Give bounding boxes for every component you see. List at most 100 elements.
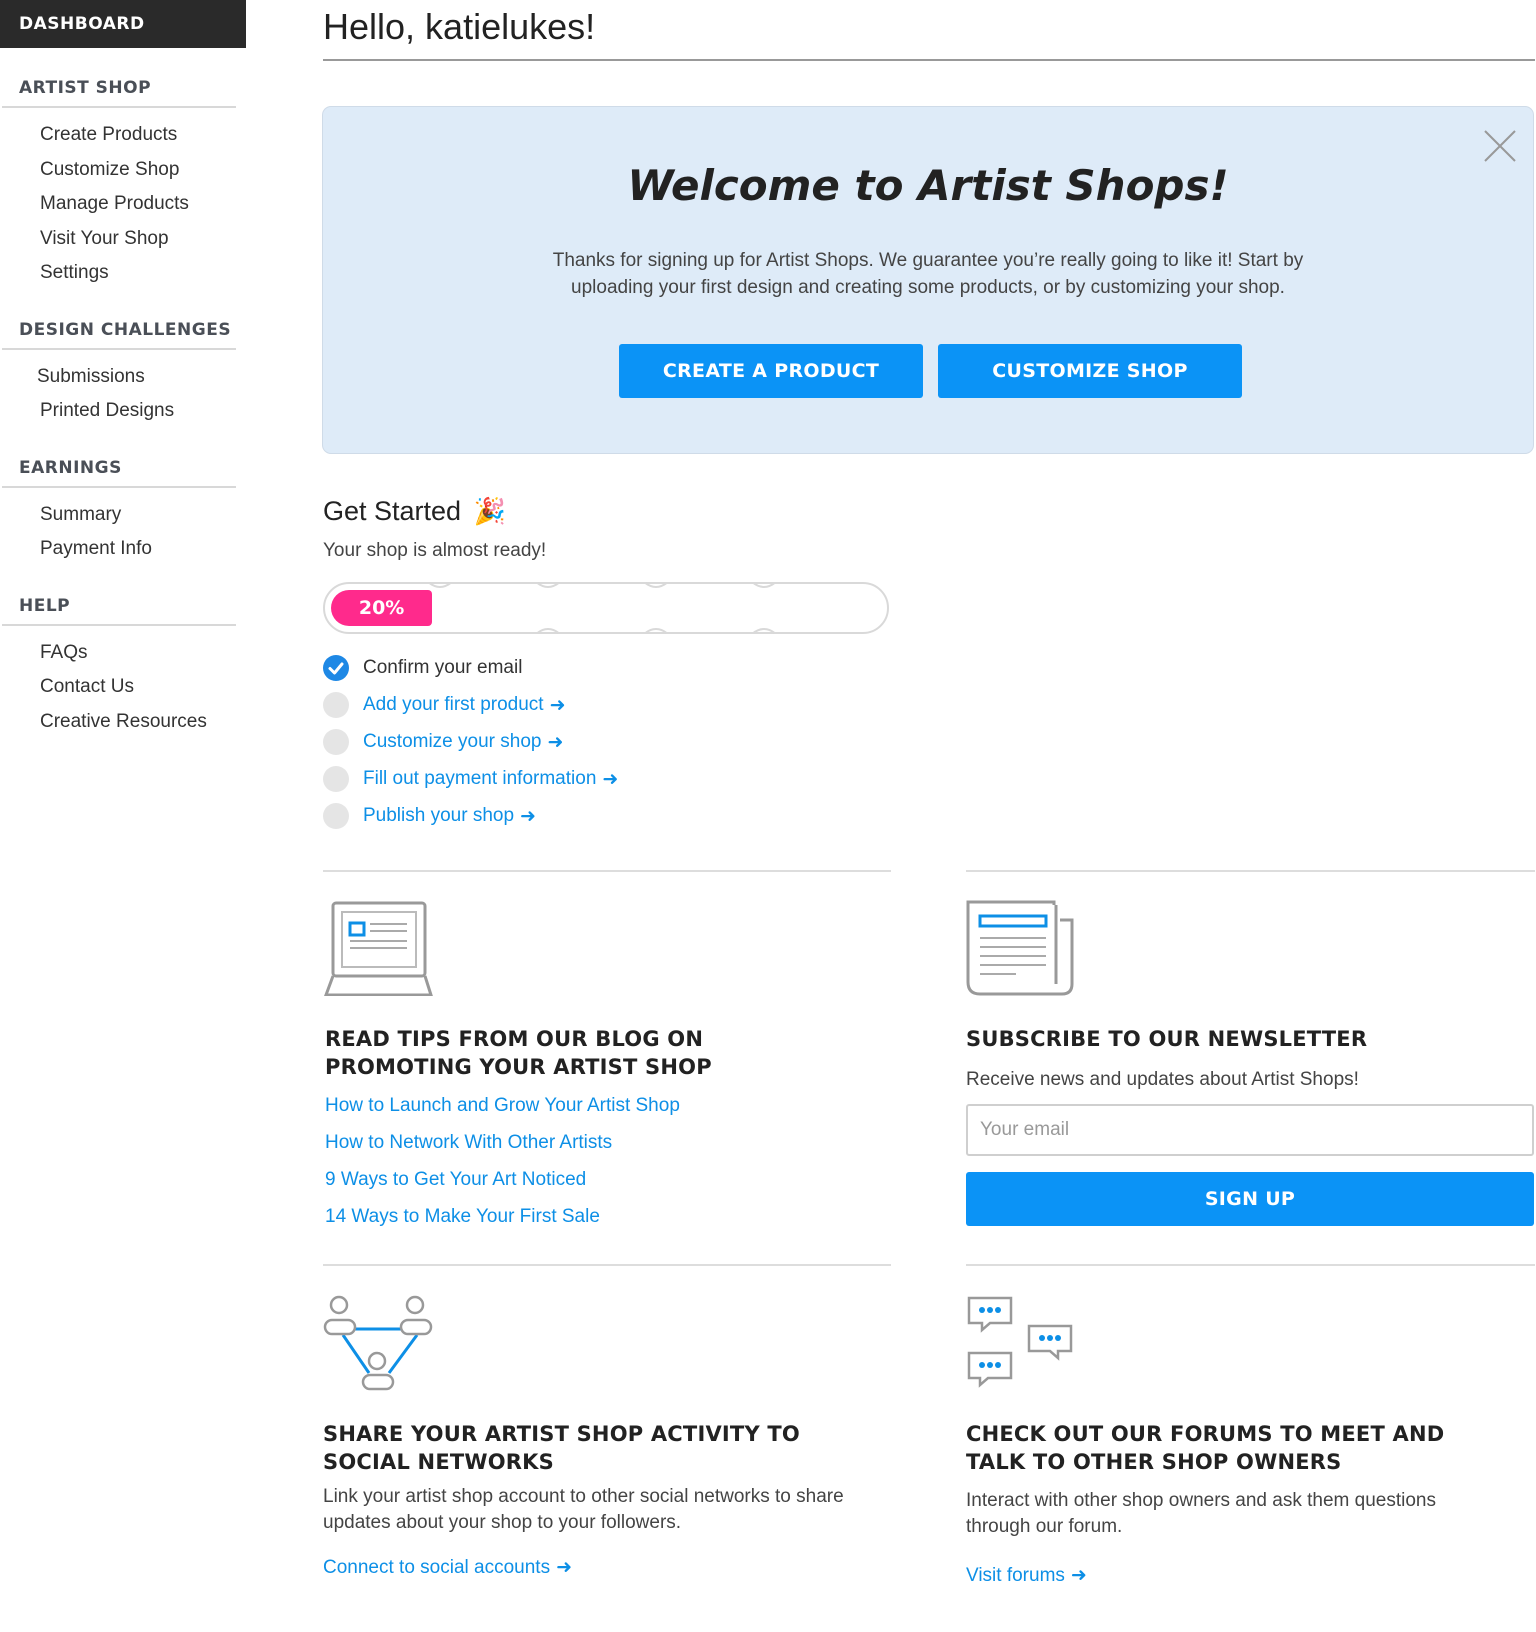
empty-circle-icon xyxy=(323,692,349,718)
blog-title-line: PROMOTING YOUR ARTIST SHOP xyxy=(325,1055,712,1079)
social-title-line: SOCIAL NETWORKS xyxy=(323,1450,554,1474)
social-card-text: Link your artist shop account to other s… xyxy=(323,1486,844,1533)
arrow-right-icon: ➜ xyxy=(547,731,564,753)
progress-notch xyxy=(536,582,560,588)
divider xyxy=(966,1264,1535,1266)
checklist-label: Confirm your email xyxy=(363,657,523,678)
sidebar-section-title: HELP xyxy=(2,590,236,626)
progress-notch xyxy=(644,628,668,634)
progress-notch xyxy=(644,582,668,588)
progress-notch xyxy=(752,582,776,588)
arrow-right-icon: ➜ xyxy=(602,768,619,790)
sidebar-item-submissions[interactable]: Submissions xyxy=(37,360,236,395)
get-started-subtitle: Your shop is almost ready! xyxy=(323,540,547,561)
sidebar-section-design-challenges: DESIGN CHALLENGES Submissions Printed De… xyxy=(2,314,236,429)
empty-circle-icon xyxy=(323,766,349,792)
sidebar-item-summary[interactable]: Summary xyxy=(40,498,236,533)
sidebar-item-settings[interactable]: Settings xyxy=(40,256,236,291)
divider xyxy=(323,870,891,872)
checklist: Confirm your email Add your first produc… xyxy=(323,654,618,839)
sidebar: DASHBOARD ARTIST SHOP Create Products Cu… xyxy=(0,0,246,739)
sidebar-item-visit-your-shop[interactable]: Visit Your Shop xyxy=(40,222,236,257)
forums-title-line: CHECK OUT OUR FORUMS TO MEET AND xyxy=(966,1422,1445,1446)
checklist-item: Confirm your email xyxy=(323,654,618,691)
progress-notch xyxy=(752,628,776,634)
payment-information-link[interactable]: Fill out payment information xyxy=(363,765,596,793)
publish-your-shop-link[interactable]: Publish your shop xyxy=(363,802,514,830)
checklist-item[interactable]: Publish your shop ➜ xyxy=(323,802,618,839)
divider xyxy=(323,1264,891,1266)
blog-card-title: READ TIPS FROM OUR BLOG ON PROMOTING YOU… xyxy=(325,1025,891,1081)
close-icon[interactable] xyxy=(1483,129,1517,163)
blog-link[interactable]: 9 Ways to Get Your Art Noticed xyxy=(325,1161,891,1198)
get-started-title: Get Started xyxy=(323,496,462,526)
empty-circle-icon xyxy=(323,729,349,755)
create-product-button[interactable]: CREATE A PRODUCT xyxy=(619,344,923,398)
sidebar-section-title: ARTIST SHOP xyxy=(2,72,236,108)
party-popper-icon: 🎉 xyxy=(473,496,506,526)
social-card-title: SHARE YOUR ARTIST SHOP ACTIVITY TO SOCIA… xyxy=(323,1420,891,1476)
sidebar-section-help: HELP FAQs Contact Us Creative Resources xyxy=(2,590,236,740)
sidebar-section-earnings: EARNINGS Summary Payment Info xyxy=(2,452,236,567)
social-card: SHARE YOUR ARTIST SHOP ACTIVITY TO SOCIA… xyxy=(323,1295,891,1579)
progress-bar: 20% xyxy=(323,582,889,634)
sidebar-item-manage-products[interactable]: Manage Products xyxy=(40,187,236,222)
network-icon xyxy=(323,1295,433,1391)
customize-shop-button[interactable]: CUSTOMIZE SHOP xyxy=(938,344,1242,398)
customize-your-shop-link[interactable]: Customize your shop xyxy=(363,728,541,756)
sidebar-item-contact-us[interactable]: Contact Us xyxy=(40,670,236,705)
progress-notch xyxy=(536,628,560,634)
arrow-right-icon: ➜ xyxy=(549,694,566,716)
sidebar-item-creative-resources[interactable]: Creative Resources xyxy=(40,705,236,740)
welcome-text: Thanks for signing up for Artist Shops. … xyxy=(552,250,1304,298)
divider xyxy=(966,870,1535,872)
progress-notch xyxy=(428,582,452,588)
sidebar-item-create-products[interactable]: Create Products xyxy=(40,118,236,153)
laptop-icon xyxy=(323,901,434,997)
newsletter-card: SUBSCRIBE TO OUR NEWSLETTER Receive news… xyxy=(966,900,1534,1226)
social-title-line: SHARE YOUR ARTIST SHOP ACTIVITY TO xyxy=(323,1422,800,1446)
sidebar-dashboard-header[interactable]: DASHBOARD xyxy=(0,0,246,48)
forums-title-line: TALK TO OTHER SHOP OWNERS xyxy=(966,1450,1342,1474)
arrow-right-icon: ➜ xyxy=(556,1556,572,1578)
blog-card: READ TIPS FROM OUR BLOG ON PROMOTING YOU… xyxy=(323,900,891,1235)
blog-link[interactable]: How to Network With Other Artists xyxy=(325,1124,891,1161)
arrow-right-icon: ➜ xyxy=(520,805,536,827)
sidebar-item-faqs[interactable]: FAQs xyxy=(40,636,236,671)
newsletter-text: Receive news and updates about Artist Sh… xyxy=(966,1069,1359,1090)
checklist-item[interactable]: Customize your shop ➜ xyxy=(323,728,618,765)
sidebar-section-title: EARNINGS xyxy=(2,452,236,488)
newsletter-title: SUBSCRIBE TO OUR NEWSLETTER xyxy=(966,1027,1368,1051)
forums-card-text: Interact with other shop owners and ask … xyxy=(966,1490,1436,1537)
sidebar-item-printed-designs[interactable]: Printed Designs xyxy=(37,394,236,429)
sidebar-item-customize-shop[interactable]: Customize Shop xyxy=(40,153,236,188)
main-content: Hello, katielukes! Welcome to Artist Sho… xyxy=(323,0,1535,1586)
arrow-right-icon: ➜ xyxy=(1070,1564,1087,1586)
progress-fill: 20% xyxy=(331,590,433,626)
newspaper-icon xyxy=(966,900,1074,996)
empty-circle-icon xyxy=(323,803,349,829)
email-input[interactable] xyxy=(966,1104,1534,1156)
connect-social-accounts-link[interactable]: Connect to social accounts xyxy=(323,1557,550,1578)
add-first-product-link[interactable]: Add your first product xyxy=(363,691,544,719)
checklist-item[interactable]: Fill out payment information ➜ xyxy=(323,765,618,802)
get-started-section: Get Started 🎉 Your shop is almost ready! xyxy=(323,496,546,561)
sidebar-section-title: DESIGN CHALLENGES xyxy=(2,314,236,350)
sidebar-item-payment-info[interactable]: Payment Info xyxy=(40,532,236,567)
forums-link-row: Visit forums ➜ xyxy=(966,1564,1534,1587)
sign-up-button[interactable]: SIGN UP xyxy=(966,1172,1534,1226)
forums-card: CHECK OUT OUR FORUMS TO MEET AND TALK TO… xyxy=(966,1295,1534,1587)
sidebar-section-artist-shop: ARTIST SHOP Create Products Customize Sh… xyxy=(2,72,236,291)
chat-bubbles-icon xyxy=(967,1296,1073,1388)
page-greeting: Hello, katielukes! xyxy=(323,0,1535,61)
blog-title-line: READ TIPS FROM OUR BLOG ON xyxy=(325,1027,704,1051)
social-link-row: Connect to social accounts ➜ xyxy=(323,1556,891,1579)
blog-link[interactable]: How to Launch and Grow Your Artist Shop xyxy=(325,1087,891,1124)
visit-forums-link[interactable]: Visit forums xyxy=(966,1565,1065,1586)
blog-link[interactable]: 14 Ways to Make Your First Sale xyxy=(325,1198,891,1235)
check-circle-icon xyxy=(323,655,349,681)
welcome-title: Welcome to Artist Shops! xyxy=(627,161,1229,210)
forums-card-title: CHECK OUT OUR FORUMS TO MEET AND TALK TO… xyxy=(966,1420,1534,1476)
blog-links: How to Launch and Grow Your Artist Shop … xyxy=(325,1087,891,1235)
checklist-item[interactable]: Add your first product ➜ xyxy=(323,691,618,728)
